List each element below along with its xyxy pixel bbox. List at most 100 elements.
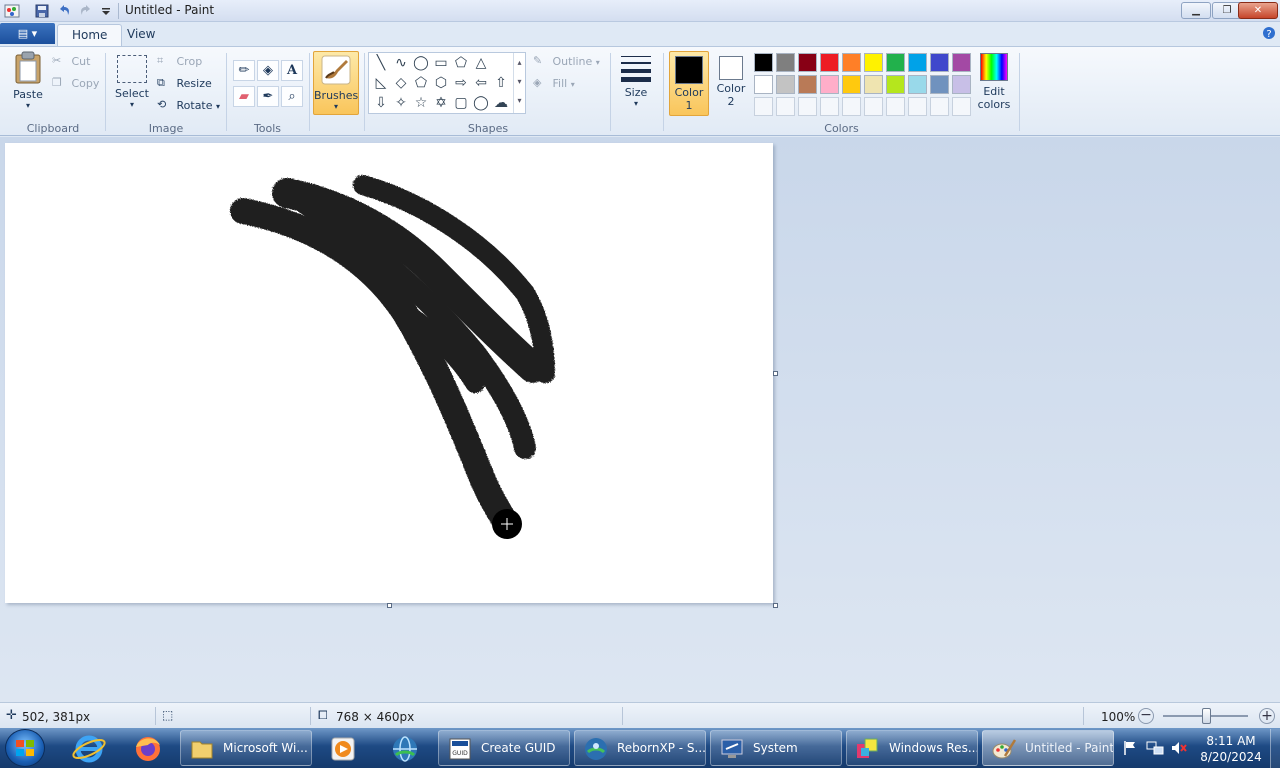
canvas-resize-handle-corner[interactable] [773, 603, 778, 608]
taskbar-button-microsoft-windows[interactable]: Microsoft Wi... [180, 730, 312, 766]
palette-color-swatch[interactable] [776, 53, 795, 72]
select-button[interactable]: Select ▾ [113, 53, 151, 109]
color1-button[interactable]: Color 1 [669, 51, 709, 116]
paint-menu-button[interactable]: ▤ ▾ [0, 23, 55, 44]
help-icon[interactable]: ? [1262, 26, 1276, 40]
crop-button[interactable]: ⌗ Crop [157, 54, 202, 70]
rotate-dropdown-icon[interactable]: ▾ [216, 102, 220, 111]
minimize-button[interactable]: ▁ [1181, 2, 1211, 19]
zoom-in-button[interactable]: + [1259, 708, 1275, 724]
shapes-scroll[interactable]: ▴ ▾ ▾ [513, 53, 525, 113]
taskbar-button-create-guid[interactable]: GUID Create GUID [438, 730, 570, 766]
custom-color-slot[interactable] [908, 97, 927, 116]
custom-color-slot[interactable] [754, 97, 773, 116]
up-arrow-shape-button[interactable]: ⇧ [491, 73, 511, 93]
six-point-star-shape-button[interactable]: ✡ [431, 93, 451, 113]
palette-color-swatch[interactable] [886, 53, 905, 72]
internet-explorer-icon[interactable] [66, 731, 112, 766]
network-icon[interactable] [1146, 740, 1164, 756]
tab-view[interactable]: View [113, 24, 169, 46]
close-button[interactable]: ✕ [1238, 2, 1278, 19]
triangle-shape-button[interactable]: △ [471, 53, 491, 73]
rotate-button[interactable]: ⟲ Rotate ▾ [157, 98, 220, 114]
four-point-star-shape-button[interactable]: ✧ [391, 93, 411, 113]
diamond-shape-button[interactable]: ◇ [391, 73, 411, 93]
oval-callout-shape-button[interactable]: ◯ [471, 93, 491, 113]
network-globe-icon[interactable] [382, 731, 428, 766]
custom-color-slot[interactable] [820, 97, 839, 116]
paint-app-icon[interactable] [4, 3, 20, 19]
palette-color-swatch[interactable] [820, 75, 839, 94]
palette-color-swatch[interactable] [930, 53, 949, 72]
select-dropdown-icon[interactable]: ▾ [113, 100, 151, 109]
curve-shape-button[interactable]: ∿ [391, 53, 411, 73]
firefox-icon[interactable] [125, 731, 171, 766]
palette-color-swatch[interactable] [754, 53, 773, 72]
pentagon-shape-button[interactable]: ⬠ [411, 73, 431, 93]
taskbar-button-system[interactable]: System [710, 730, 842, 766]
palette-color-swatch[interactable] [864, 75, 883, 94]
taskbar-button-rebornxp[interactable]: RebornXP - S... [574, 730, 706, 766]
save-icon[interactable] [34, 3, 50, 19]
custom-color-slot[interactable] [798, 97, 817, 116]
copy-button[interactable]: ❐ Copy [52, 76, 99, 92]
custom-color-slot[interactable] [952, 97, 971, 116]
palette-color-swatch[interactable] [952, 53, 971, 72]
palette-color-swatch[interactable] [908, 53, 927, 72]
resize-button[interactable]: ⧉ Resize [157, 76, 212, 92]
cloud-callout-shape-button[interactable]: ☁ [491, 93, 511, 113]
palette-color-swatch[interactable] [952, 75, 971, 94]
oval-shape-button[interactable]: ◯ [411, 53, 431, 73]
custom-color-slot[interactable] [864, 97, 883, 116]
color2-button[interactable]: Color 2 [711, 51, 751, 116]
palette-color-swatch[interactable] [842, 75, 861, 94]
taskbar-button-untitled-paint[interactable]: Untitled - Paint [982, 730, 1114, 766]
canvas-resize-handle-bottom[interactable] [387, 603, 392, 608]
right-arrow-shape-button[interactable]: ⇨ [451, 73, 471, 93]
custom-color-slot[interactable] [842, 97, 861, 116]
line-shape-button[interactable]: ╲ [371, 53, 391, 73]
palette-color-swatch[interactable] [776, 75, 795, 94]
edit-colors-button[interactable]: Edit colors [976, 53, 1012, 111]
brushes-button[interactable]: Brushes ▾ [313, 51, 359, 115]
customize-quick-access-icon[interactable] [98, 3, 114, 19]
palette-color-swatch[interactable] [820, 53, 839, 72]
size-button[interactable]: Size ▾ [616, 53, 656, 108]
canvas-resize-handle-right[interactable] [773, 371, 778, 376]
right-triangle-shape-button[interactable]: ◺ [371, 73, 391, 93]
paste-dropdown-icon[interactable]: ▾ [8, 101, 48, 110]
palette-color-swatch[interactable] [798, 53, 817, 72]
cut-button[interactable]: ✂ Cut [52, 54, 90, 70]
palette-color-swatch[interactable] [754, 75, 773, 94]
action-center-flag-icon[interactable] [1122, 740, 1138, 756]
custom-color-slot[interactable] [930, 97, 949, 116]
palette-color-swatch[interactable] [864, 53, 883, 72]
down-arrow-shape-button[interactable]: ⇩ [371, 93, 391, 113]
drawing-canvas[interactable] [5, 143, 773, 603]
system-clock[interactable]: 8:11 AM 8/20/2024 [1196, 733, 1266, 765]
palette-color-swatch[interactable] [930, 75, 949, 94]
zoom-slider-thumb[interactable] [1202, 708, 1211, 724]
paste-button[interactable]: Paste ▾ [8, 51, 48, 115]
rounded-callout-shape-button[interactable]: ▢ [451, 93, 471, 113]
magnifier-tool-button[interactable]: ⌕ [281, 86, 303, 107]
outline-button[interactable]: ✎ Outline ▾ [533, 54, 600, 70]
fill-tool-button[interactable]: ◈ [257, 60, 279, 81]
start-button[interactable] [5, 729, 45, 767]
redo-icon[interactable] [78, 3, 94, 19]
color-picker-tool-button[interactable]: ✒ [257, 86, 279, 107]
undo-icon[interactable] [56, 3, 72, 19]
show-desktop-button[interactable] [1270, 729, 1280, 768]
taskbar-button-windows-resources[interactable]: Windows Res... [846, 730, 978, 766]
five-point-star-shape-button[interactable]: ☆ [411, 93, 431, 113]
pencil-tool-button[interactable]: ✏ [233, 60, 255, 81]
palette-color-swatch[interactable] [908, 75, 927, 94]
text-tool-button[interactable]: A [281, 60, 303, 81]
custom-color-slot[interactable] [886, 97, 905, 116]
media-player-icon[interactable] [320, 731, 366, 766]
rectangle-shape-button[interactable]: ▭ [431, 53, 451, 73]
eraser-tool-button[interactable]: ▰ [233, 86, 255, 107]
custom-color-slot[interactable] [776, 97, 795, 116]
fill-button[interactable]: ◈ Fill ▾ [533, 76, 575, 92]
palette-color-swatch[interactable] [798, 75, 817, 94]
